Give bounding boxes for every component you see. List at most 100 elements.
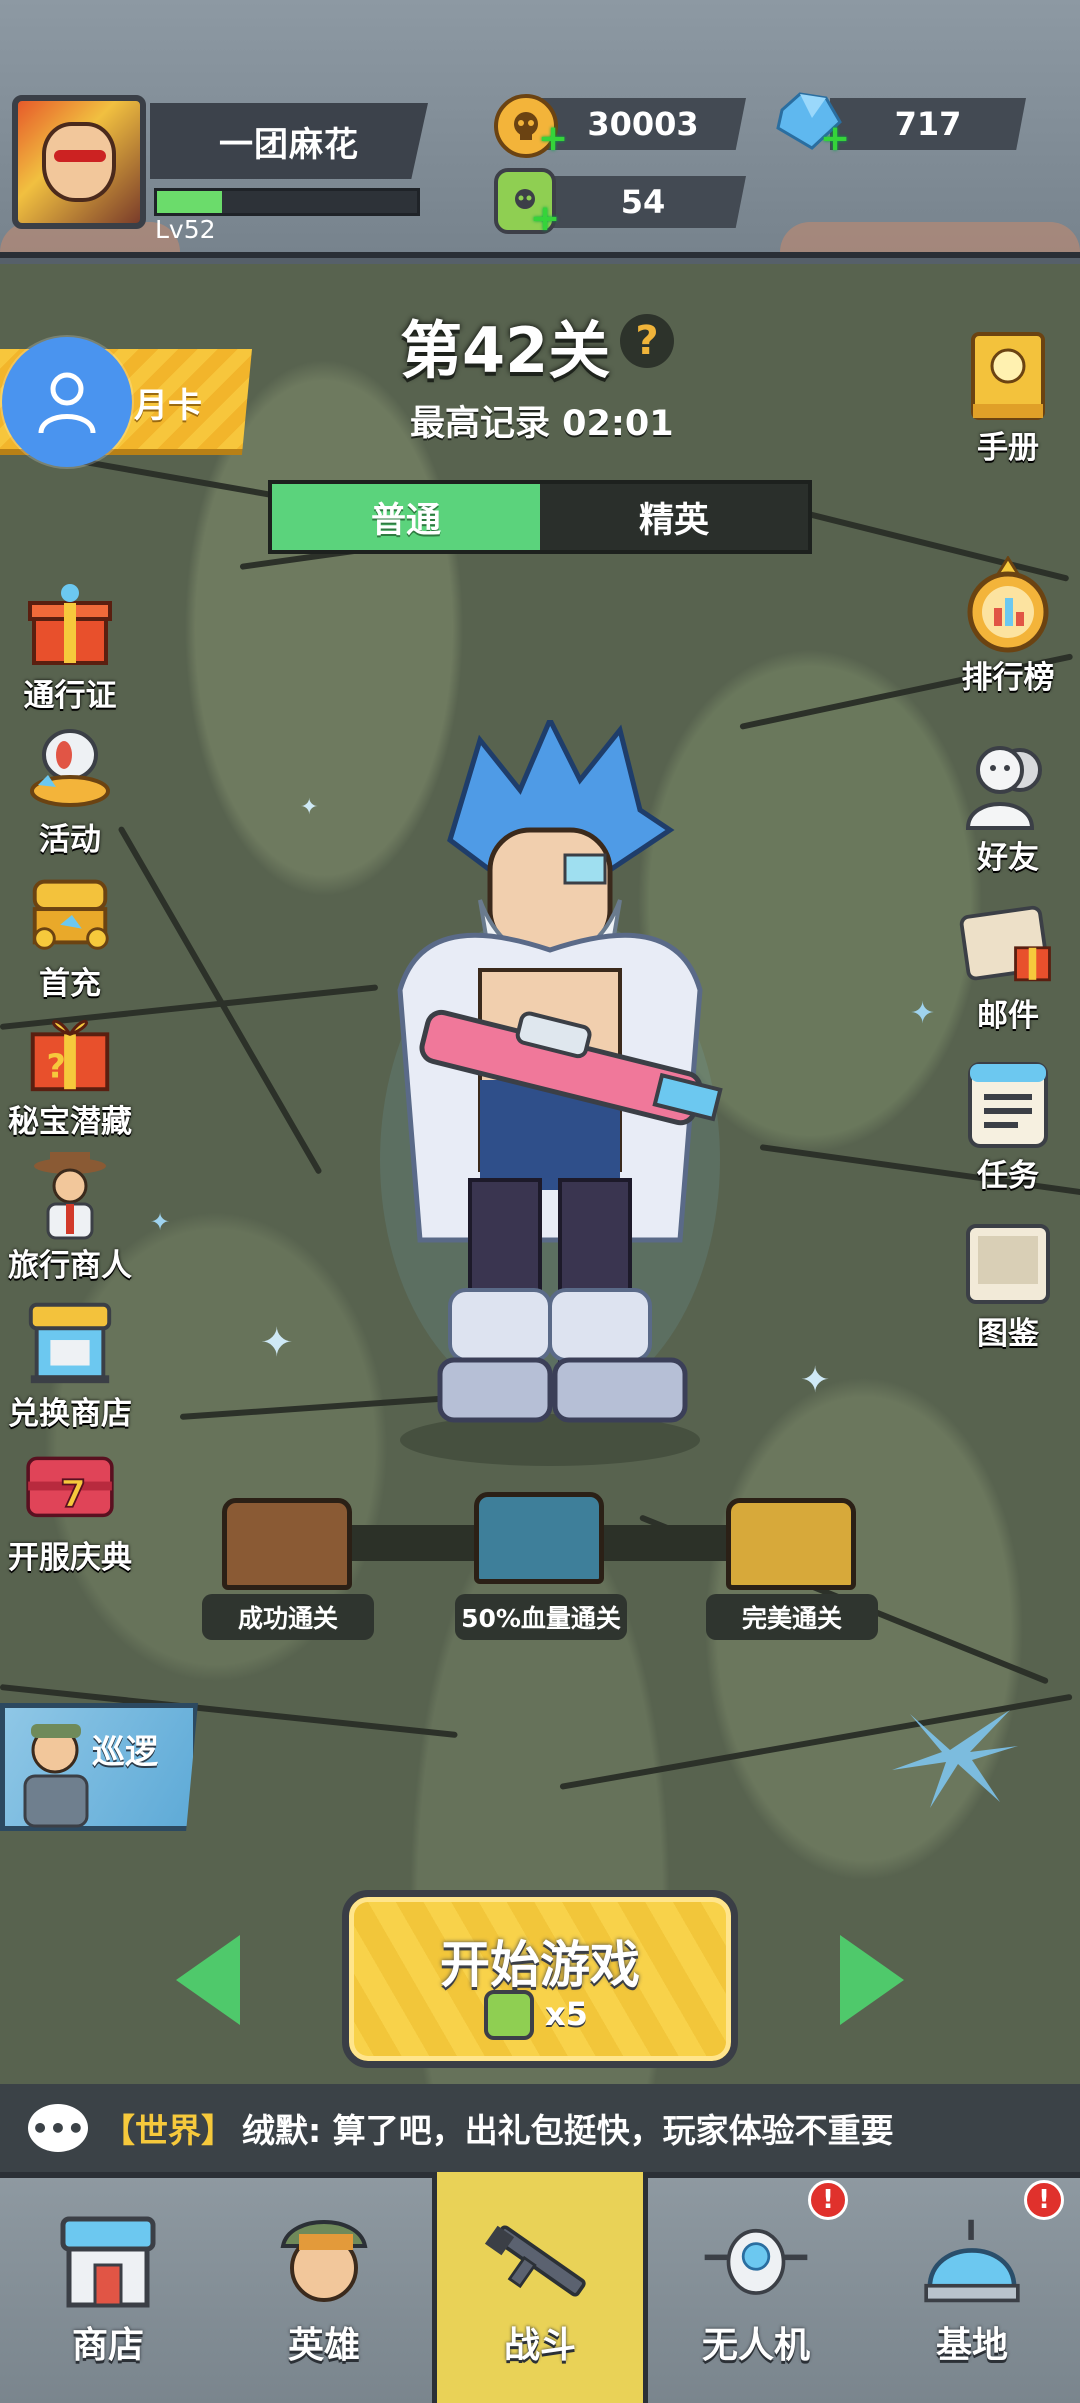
side-item-handbook[interactable]: 手册	[938, 330, 1078, 467]
sparkle-icon: ✦	[260, 1320, 294, 1366]
side-item-hidden-treasure[interactable]: ? 秘宝潜藏	[0, 1004, 140, 1141]
side-item-label: 兑换商店	[8, 1396, 132, 1432]
side-item-label: 首充	[39, 966, 101, 1002]
base-alert-badge: !	[1024, 2180, 1064, 2220]
user-icon	[38, 372, 96, 434]
gift-box-icon	[21, 578, 119, 670]
side-item-label: 手册	[977, 430, 1039, 466]
player-name: 一团麻花	[150, 103, 428, 179]
side-item-label: 好友	[977, 840, 1039, 876]
sparkle-icon: ✦	[150, 1208, 171, 1236]
tab-normal[interactable]: 普通	[272, 484, 540, 550]
add-gold-icon[interactable]: +	[538, 118, 568, 159]
stage-title: 第42关	[400, 314, 611, 387]
rust-decoration	[780, 222, 1080, 252]
side-item-label: 排行榜	[961, 660, 1055, 696]
side-item-leaderboard[interactable]: 排行榜	[938, 556, 1078, 697]
energy-can-icon	[484, 1990, 534, 2040]
treasure-chest-icon	[21, 866, 119, 958]
side-item-launch-celebration[interactable]: 7 开服庆典	[0, 1440, 140, 1577]
world-chat-bar[interactable]: ••• 【世界】 绒默: 算了吧，出礼包挺快，玩家体验不重要	[0, 2084, 1080, 2172]
shop-icon	[53, 2206, 163, 2316]
side-item-tasks[interactable]: 任务	[938, 1058, 1078, 1195]
nav-battle[interactable]: 战斗	[432, 2172, 648, 2403]
player-level: Lv52	[155, 215, 216, 244]
chat-bubble-icon: •••	[28, 2104, 88, 2152]
side-item-collection[interactable]: 图鉴	[938, 1216, 1078, 1353]
diamond-counter: 717	[830, 98, 1026, 150]
side-item-friends[interactable]: 好友	[938, 740, 1078, 877]
side-item-traveling-merchant[interactable]: 旅行商人	[0, 1148, 140, 1285]
celebration-icon: 7	[21, 1440, 119, 1532]
nav-label: 无人机	[701, 2325, 810, 2366]
patrol-label: 巡逻	[92, 1732, 158, 1771]
svg-text:?: ?	[46, 1046, 65, 1085]
activity-icon	[21, 722, 119, 814]
nav-hero[interactable]: 英雄	[216, 2172, 432, 2403]
side-item-label: 旅行商人	[8, 1248, 132, 1284]
start-game-label: 开始游戏	[440, 1936, 640, 1994]
side-item-label: 秘宝潜藏	[8, 1104, 132, 1140]
tab-elite[interactable]: 精英	[540, 484, 808, 550]
best-record: 最高记录 02:01	[410, 404, 674, 444]
shop-stall-icon	[21, 1296, 119, 1388]
merchant-icon	[21, 1148, 119, 1240]
chat-message: 绒默: 算了吧，出礼包挺快，玩家体验不重要	[242, 2111, 894, 2150]
drone-alert-badge: !	[808, 2180, 848, 2220]
nav-label: 商店	[71, 2325, 144, 2366]
reward-label-perfect: 完美通关	[706, 1594, 878, 1640]
side-item-label: 任务	[977, 1158, 1039, 1194]
rifle-icon	[485, 2206, 595, 2316]
side-item-label: 邮件	[977, 998, 1039, 1034]
nav-label: 英雄	[287, 2325, 360, 2366]
energy-burst-icon	[890, 1690, 1020, 1810]
gold-counter: 30003	[540, 98, 746, 150]
side-item-label: 开服庆典	[8, 1540, 132, 1576]
task-icon	[959, 1058, 1057, 1150]
next-stage-arrow[interactable]	[840, 1935, 904, 2025]
reward-label-half-hp: 50%血量通关	[455, 1594, 627, 1640]
handbook-icon	[959, 330, 1057, 422]
nav-label: 基地	[935, 2325, 1008, 2366]
trophy-icon	[959, 556, 1057, 653]
sparkle-icon: ✦	[300, 795, 319, 820]
add-diamond-icon[interactable]: +	[820, 118, 850, 159]
energy-counter: 54	[540, 176, 746, 228]
mystery-box-icon: ?	[21, 1004, 119, 1096]
base-dome-icon	[917, 2206, 1027, 2316]
start-energy-cost: x5	[545, 1995, 588, 2033]
side-item-exchange-shop[interactable]: 兑换商店	[0, 1296, 140, 1433]
reward-chest-half-hp[interactable]	[474, 1492, 604, 1584]
collection-icon	[959, 1216, 1057, 1308]
nav-shop[interactable]: 商店	[0, 2172, 216, 2403]
mail-icon	[959, 898, 1057, 990]
side-item-label: 通行证	[23, 678, 117, 714]
reward-label-clear: 成功通关	[202, 1594, 374, 1640]
reward-chest-perfect[interactable]	[726, 1498, 856, 1590]
sparkle-icon: ✦	[910, 996, 936, 1031]
xp-bar	[154, 188, 420, 216]
difficulty-tabs: 普通 精英	[268, 480, 812, 554]
help-icon[interactable]: ?	[620, 314, 674, 368]
chat-channel: 【世界】	[102, 2111, 234, 2150]
avatar-face	[42, 122, 116, 202]
prev-stage-arrow[interactable]	[176, 1935, 240, 2025]
side-item-mail[interactable]: 邮件	[938, 898, 1078, 1035]
side-item-label: 图鉴	[977, 1316, 1039, 1352]
side-item-activity[interactable]: 活动	[0, 722, 140, 859]
player-avatar[interactable]	[12, 95, 146, 229]
side-item-first-recharge[interactable]: 首充	[0, 866, 140, 1003]
sparkle-icon: ✦	[800, 1360, 831, 1401]
friends-icon	[959, 740, 1057, 832]
nav-label: 战斗	[503, 2325, 576, 2366]
side-item-label: 活动	[39, 822, 101, 858]
hero-icon	[269, 2206, 379, 2316]
add-energy-icon[interactable]: +	[530, 198, 560, 239]
month-card-label: 月卡	[134, 386, 202, 426]
reward-chest-clear[interactable]	[222, 1498, 352, 1590]
hero-character[interactable]	[360, 714, 740, 1480]
drone-icon	[701, 2206, 811, 2316]
xp-bar-fill	[157, 191, 222, 213]
profile-float-button[interactable]	[2, 337, 132, 467]
side-item-pass[interactable]: 通行证	[0, 578, 140, 715]
